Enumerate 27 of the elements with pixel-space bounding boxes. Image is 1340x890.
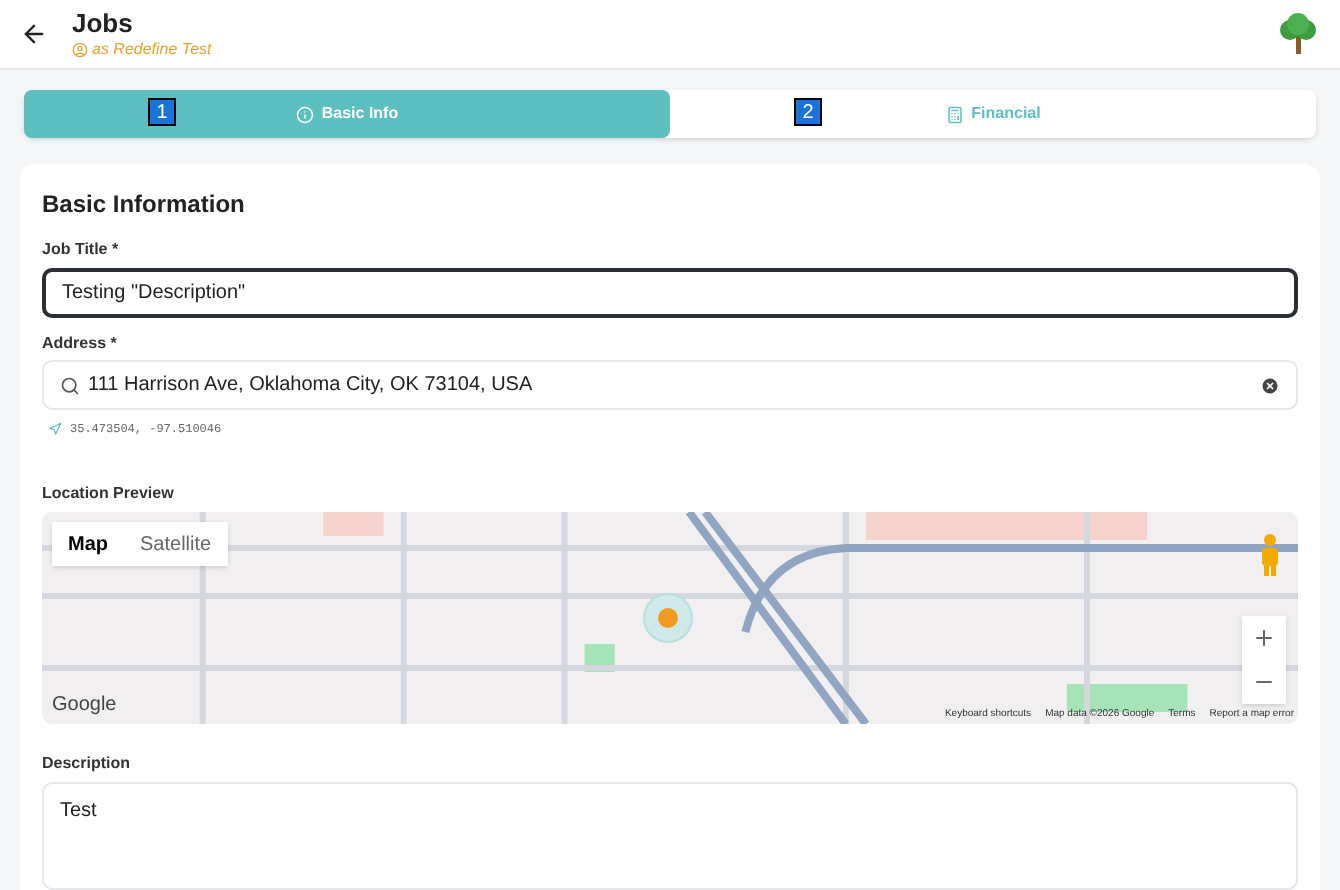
user-subtitle: as Redefine Test <box>92 37 212 61</box>
description-field[interactable]: Test <box>42 782 1298 890</box>
field-label: Location Preview <box>42 482 176 506</box>
location-arrow-icon <box>48 422 62 436</box>
info-icon <box>295 105 314 123</box>
field-label: Address * <box>42 332 119 356</box>
field-label: Job Title * <box>42 238 121 262</box>
user-icon <box>72 41 88 57</box>
page-title: Jobs <box>72 7 135 37</box>
search-icon <box>60 375 80 395</box>
map-type-button[interactable]: Satellite <box>124 522 228 566</box>
step-number-badge: 2 <box>794 98 822 126</box>
calculator-icon <box>945 105 964 123</box>
location-marker-icon <box>642 592 694 644</box>
step-tab[interactable]: 1 Basic Info <box>24 90 670 138</box>
map-type-button[interactable]: Map <box>52 522 124 566</box>
address-field[interactable]: 111 Harrison Ave, Oklahoma City, OK 73104, USA <box>42 360 1298 410</box>
job-title-field[interactable]: Testing "Description" <box>42 268 1298 318</box>
field-label: Description <box>42 752 133 776</box>
step-number-badge: 1 <box>148 98 176 126</box>
map-logo: Google <box>52 692 117 720</box>
clear-icon[interactable] <box>1260 375 1280 395</box>
step-label: Basic Info <box>321 102 399 126</box>
section-heading: Basic Information <box>42 188 247 222</box>
step-tab[interactable]: 2 Financial <box>670 90 1316 138</box>
step-label: Financial <box>971 102 1041 126</box>
tree-icon <box>1276 12 1320 56</box>
